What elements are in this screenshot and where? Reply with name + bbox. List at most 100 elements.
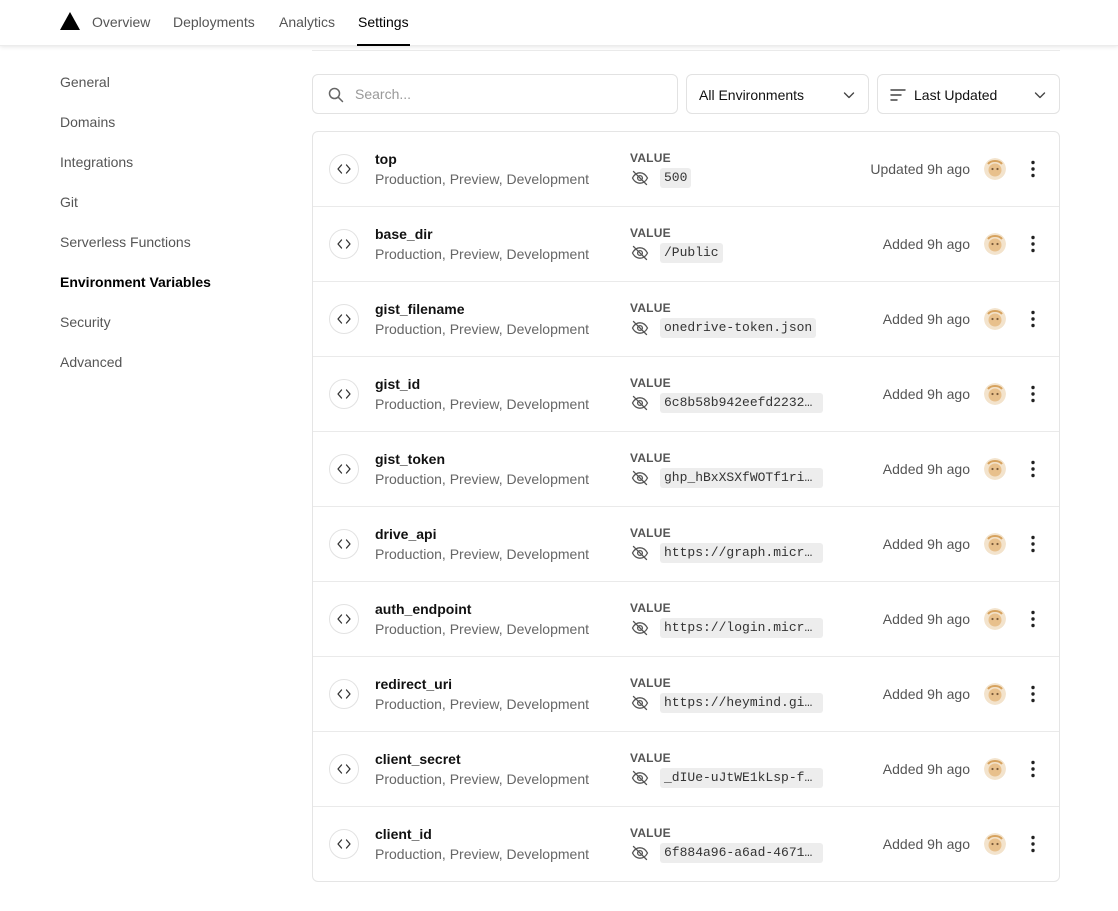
eye-off-icon[interactable]: [631, 545, 649, 561]
env-var-value: https://heymind.gi...: [660, 693, 823, 713]
env-var-updated-status: Added 9h ago: [882, 611, 970, 627]
tab-analytics[interactable]: Analytics: [279, 14, 335, 30]
env-var-row[interactable]: redirect_uri Production, Preview, Develo…: [313, 657, 1059, 732]
env-var-row[interactable]: client_id Production, Preview, Developme…: [313, 807, 1059, 881]
code-brackets-icon: [329, 304, 359, 334]
more-vertical-icon[interactable]: [1026, 609, 1040, 629]
tab-deployments[interactable]: Deployments: [173, 14, 255, 30]
more-vertical-icon[interactable]: [1026, 159, 1040, 179]
env-var-updated-status: Added 9h ago: [882, 461, 970, 477]
env-var-environments: Production, Preview, Development: [375, 621, 589, 637]
value-label: VALUE: [630, 301, 671, 315]
code-brackets-icon: [329, 454, 359, 484]
code-brackets-icon: [329, 829, 359, 859]
value-label: VALUE: [630, 451, 671, 465]
more-vertical-icon[interactable]: [1026, 684, 1040, 704]
env-var-updated-status: Added 9h ago: [882, 386, 970, 402]
more-vertical-icon[interactable]: [1026, 834, 1040, 854]
env-var-updated-status: Added 9h ago: [882, 536, 970, 552]
value-label: VALUE: [630, 601, 671, 615]
sort-select[interactable]: Last Updated: [877, 74, 1060, 114]
code-brackets-icon: [329, 154, 359, 184]
code-brackets-icon: [329, 379, 359, 409]
value-label: VALUE: [630, 751, 671, 765]
avatar: [984, 383, 1006, 405]
tab-settings[interactable]: Settings: [358, 14, 409, 30]
env-var-value: 6f884a96-a6ad-4671...: [660, 843, 823, 863]
env-var-name: gist_filename: [375, 301, 465, 317]
active-tab-indicator: [357, 44, 410, 46]
eye-off-icon[interactable]: [631, 845, 649, 861]
env-var-environments: Production, Preview, Development: [375, 846, 589, 862]
env-var-row[interactable]: gist_id Production, Preview, Development…: [313, 357, 1059, 432]
sidebar-item-serverless-functions[interactable]: Serverless Functions: [60, 234, 280, 274]
eye-off-icon[interactable]: [631, 470, 649, 486]
more-vertical-icon[interactable]: [1026, 309, 1040, 329]
eye-off-icon[interactable]: [631, 770, 649, 786]
env-var-row[interactable]: auth_endpoint Production, Preview, Devel…: [313, 582, 1059, 657]
eye-off-icon[interactable]: [631, 320, 649, 336]
env-var-environments: Production, Preview, Development: [375, 171, 589, 187]
more-vertical-icon[interactable]: [1026, 459, 1040, 479]
env-var-value: 500: [660, 168, 692, 188]
avatar: [984, 308, 1006, 330]
env-var-value: ghp_hBxXSXfWOTf1ri...: [660, 468, 823, 488]
sidebar-item-advanced[interactable]: Advanced: [60, 354, 280, 394]
value-label: VALUE: [630, 676, 671, 690]
eye-off-icon[interactable]: [631, 245, 649, 261]
env-var-updated-status: Added 9h ago: [882, 236, 970, 252]
env-var-environments: Production, Preview, Development: [375, 771, 589, 787]
env-var-row[interactable]: gist_token Production, Preview, Developm…: [313, 432, 1059, 507]
sort-lines-icon: [890, 89, 906, 101]
env-var-environments: Production, Preview, Development: [375, 396, 589, 412]
logo-triangle-icon[interactable]: [60, 12, 80, 30]
eye-off-icon[interactable]: [631, 170, 649, 186]
env-var-updated-status: Added 9h ago: [882, 686, 970, 702]
sort-value: Last Updated: [914, 87, 998, 103]
chevron-down-icon: [843, 92, 855, 99]
more-vertical-icon[interactable]: [1026, 759, 1040, 779]
env-var-name: gist_token: [375, 451, 446, 467]
more-vertical-icon[interactable]: [1026, 384, 1040, 404]
search-icon: [328, 87, 344, 103]
avatar: [984, 458, 1006, 480]
sidebar-item-general[interactable]: General: [60, 74, 280, 114]
avatar: [984, 158, 1006, 180]
avatar: [984, 233, 1006, 255]
env-var-row[interactable]: top Production, Preview, Development VAL…: [313, 132, 1059, 207]
env-var-value: 6c8b58b942eefd2232...: [660, 393, 823, 413]
sidebar-item-integrations[interactable]: Integrations: [60, 154, 280, 194]
sidebar-item-domains[interactable]: Domains: [60, 114, 280, 154]
top-navigation: Overview Deployments Analytics Settings: [0, 0, 1118, 46]
env-var-updated-status: Updated 9h ago: [870, 161, 970, 177]
env-var-row[interactable]: gist_filename Production, Preview, Devel…: [313, 282, 1059, 357]
env-var-row[interactable]: client_secret Production, Preview, Devel…: [313, 732, 1059, 807]
env-var-row[interactable]: drive_api Production, Preview, Developme…: [313, 507, 1059, 582]
code-brackets-icon: [329, 604, 359, 634]
tab-overview[interactable]: Overview: [92, 14, 150, 30]
eye-off-icon[interactable]: [631, 620, 649, 636]
more-vertical-icon[interactable]: [1026, 234, 1040, 254]
env-var-row[interactable]: base_dir Production, Preview, Developmen…: [313, 207, 1059, 282]
environment-filter-select[interactable]: All Environments: [686, 74, 869, 114]
sidebar-item-git[interactable]: Git: [60, 194, 280, 234]
code-brackets-icon: [329, 679, 359, 709]
avatar: [984, 608, 1006, 630]
env-var-value: onedrive-token.json: [660, 318, 817, 338]
more-vertical-icon[interactable]: [1026, 534, 1040, 554]
code-brackets-icon: [329, 229, 359, 259]
avatar: [984, 833, 1006, 855]
search-box: [312, 74, 678, 114]
env-var-environments: Production, Preview, Development: [375, 321, 589, 337]
sidebar-item-environment-variables[interactable]: Environment Variables: [60, 274, 280, 314]
env-var-environments: Production, Preview, Development: [375, 696, 589, 712]
avatar: [984, 533, 1006, 555]
env-var-updated-status: Added 9h ago: [882, 836, 970, 852]
eye-off-icon[interactable]: [631, 695, 649, 711]
search-input[interactable]: [355, 83, 665, 105]
env-var-name: auth_endpoint: [375, 601, 472, 617]
sidebar-item-security[interactable]: Security: [60, 314, 280, 354]
value-label: VALUE: [630, 526, 671, 540]
environment-filter-value: All Environments: [699, 87, 805, 103]
eye-off-icon[interactable]: [631, 395, 649, 411]
